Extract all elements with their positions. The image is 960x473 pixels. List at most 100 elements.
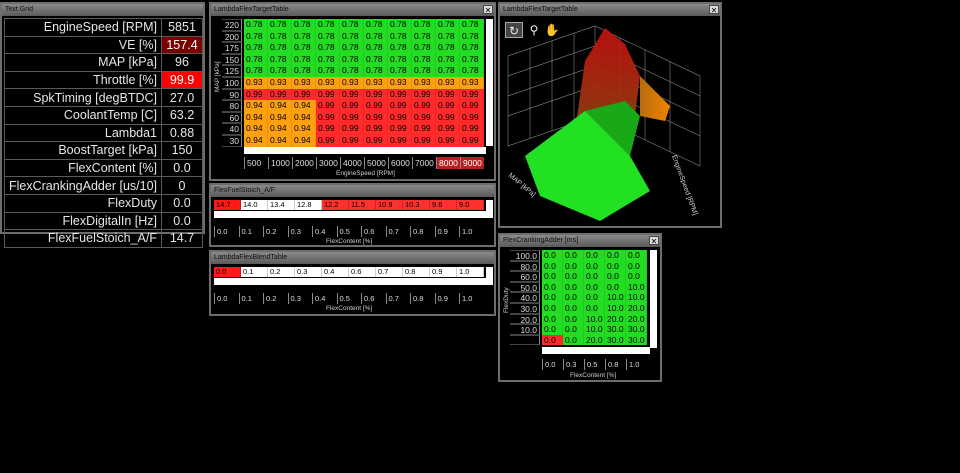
horizontal-scrollbar[interactable] — [244, 147, 486, 154]
table-cell[interactable]: 10.0 — [605, 302, 626, 314]
strip-cell[interactable]: 0.2 — [268, 267, 295, 277]
stoich-cells[interactable]: 14.7 14.0 13.4 12.8 12.2 11.5 10.9 10.3 9.6 9.0 — [214, 200, 484, 210]
table-cell[interactable]: 0.99 — [340, 123, 364, 135]
table-cell[interactable]: 0.78 — [316, 30, 340, 43]
strip-cell[interactable]: 13.4 — [268, 200, 295, 210]
horizontal-scrollbar[interactable] — [214, 211, 486, 218]
table-cell[interactable]: 0.99 — [340, 134, 364, 147]
surface-plot[interactable]: MAP [kPa] EngineSpeed [RPM] — [500, 16, 720, 226]
vertical-scrollbar[interactable] — [486, 200, 493, 218]
table-cell[interactable]: 0.78 — [244, 19, 268, 31]
table-cell[interactable]: 0.78 — [244, 65, 268, 77]
table-cell[interactable]: 0.78 — [388, 53, 412, 66]
table-cell[interactable]: 0.78 — [364, 42, 388, 54]
table-cell[interactable]: 0.99 — [412, 134, 436, 147]
table-cell[interactable]: 0.0 — [542, 324, 563, 335]
table-cell[interactable]: 0.78 — [388, 65, 412, 77]
table-cell[interactable]: 0.78 — [268, 19, 292, 31]
table-cell[interactable]: 0.99 — [388, 88, 412, 101]
table-cell[interactable]: 0.78 — [436, 65, 460, 77]
table-cell[interactable]: 0.99 — [388, 123, 412, 135]
table-cell[interactable]: 0.94 — [268, 123, 292, 135]
table-cell[interactable]: 10.0 — [584, 313, 605, 325]
table-cell[interactable]: 10.0 — [605, 292, 626, 303]
table-cell[interactable]: 0.78 — [364, 65, 388, 77]
text-grid-titlebar[interactable]: Text Grid — [2, 4, 203, 16]
table-cell[interactable]: 0.99 — [436, 111, 460, 124]
table-cell[interactable]: 0.99 — [412, 100, 436, 112]
strip-cell[interactable]: 1.0 — [457, 267, 484, 277]
table-cell[interactable]: 0.94 — [244, 100, 268, 112]
table-cell[interactable]: 0.0 — [626, 260, 647, 272]
table-cell[interactable]: 0.99 — [460, 100, 484, 112]
table-cell[interactable]: 0.99 — [412, 88, 436, 101]
table-cell[interactable]: 20.0 — [626, 302, 647, 314]
table-cell[interactable]: 0.99 — [436, 134, 460, 147]
table-cell[interactable]: 0.99 — [460, 123, 484, 135]
table-cell[interactable]: 0.93 — [388, 76, 412, 89]
table-cell[interactable]: 10.0 — [626, 292, 647, 303]
table-cell[interactable]: 0.0 — [605, 271, 626, 282]
table-cell[interactable]: 0.94 — [244, 134, 268, 147]
table-cell[interactable]: 0.78 — [340, 30, 364, 43]
table-cell[interactable]: 30.0 — [605, 334, 626, 346]
table-cell[interactable]: 30.0 — [626, 324, 647, 335]
strip-cell[interactable]: 10.9 — [376, 200, 403, 210]
table-cell[interactable]: 0.99 — [436, 123, 460, 135]
strip-cell[interactable]: 0.7 — [376, 267, 403, 277]
table-cell[interactable]: 0.94 — [292, 123, 316, 135]
table-cell[interactable]: 20.0 — [605, 313, 626, 325]
table-cell[interactable]: 0.78 — [292, 42, 316, 54]
table-cell[interactable]: 0.0 — [563, 324, 584, 335]
vertical-scrollbar[interactable] — [486, 19, 493, 146]
table-cell[interactable]: 0.99 — [460, 111, 484, 124]
table-cell[interactable]: 0.78 — [340, 19, 364, 31]
strip-cell[interactable]: 0.3 — [295, 267, 322, 277]
table-cell[interactable]: 0.78 — [316, 53, 340, 66]
strip-cell[interactable]: 0.4 — [322, 267, 349, 277]
table-cell[interactable]: 0.93 — [460, 76, 484, 89]
table-cell[interactable]: 0.78 — [412, 65, 436, 77]
table-cell[interactable]: 0.0 — [542, 313, 563, 325]
strip-cell[interactable]: 0.8 — [403, 267, 430, 277]
table-cell[interactable]: 0.99 — [340, 100, 364, 112]
table-cell[interactable]: 0.99 — [460, 88, 484, 101]
table-cell[interactable]: 0.78 — [436, 19, 460, 31]
table-cell[interactable]: 0.78 — [292, 30, 316, 43]
blend-titlebar[interactable]: LambdaFlexBlendTable — [211, 252, 494, 264]
table-cell[interactable]: 0.78 — [364, 30, 388, 43]
table-cell[interactable]: 0.94 — [244, 123, 268, 135]
strip-cell[interactable]: 0.1 — [241, 267, 268, 277]
table-cell[interactable]: 0.0 — [563, 313, 584, 325]
lambda-table-titlebar[interactable]: LambdaFlexTargetTable — [211, 4, 494, 16]
table-cell[interactable]: 0.99 — [364, 100, 388, 112]
table-cell[interactable]: 0.99 — [388, 111, 412, 124]
table-cell[interactable]: 0.99 — [316, 111, 340, 124]
table-cell[interactable]: 0.78 — [340, 42, 364, 54]
horizontal-scrollbar[interactable] — [542, 347, 650, 354]
table-cell[interactable]: 0.0 — [563, 302, 584, 314]
table-cell[interactable]: 0.0 — [584, 260, 605, 272]
table-cell[interactable]: 0.78 — [268, 53, 292, 66]
table-cell[interactable]: 0.0 — [563, 250, 584, 261]
table-cell[interactable]: 0.93 — [436, 76, 460, 89]
cranking-cells[interactable]: 0.0 0.0 0.0 0.0 0.0 0.0 0.0 0.0 0.0 0.0 0.0 0.0 0.0 0… — [542, 250, 647, 346]
table-cell[interactable]: 0.0 — [542, 334, 563, 346]
table-cell[interactable]: 0.0 — [605, 281, 626, 293]
table-cell[interactable]: 0.0 — [542, 292, 563, 303]
table-cell[interactable]: 0.78 — [460, 30, 484, 43]
table-cell[interactable]: 0.0 — [563, 334, 584, 346]
table-cell[interactable]: 0.78 — [268, 42, 292, 54]
table-cell[interactable]: 0.78 — [460, 19, 484, 31]
strip-cell[interactable]: 14.0 — [241, 200, 268, 210]
table-cell[interactable]: 0.0 — [584, 302, 605, 314]
table-cell[interactable]: 0.0 — [542, 281, 563, 293]
table-cell[interactable]: 0.78 — [292, 53, 316, 66]
table-cell[interactable]: 0.93 — [364, 76, 388, 89]
strip-cell[interactable]: 11.5 — [349, 200, 376, 210]
table-cell[interactable]: 0.0 — [563, 281, 584, 293]
strip-cell[interactable]: 12.8 — [295, 200, 322, 210]
lambda-cells[interactable]: 0.78 0.78 0.78 0.78 0.78 0.78 0.78 0.78 0.78 0.78… — [244, 19, 484, 147]
cranking-titlebar[interactable]: FlexCrankingAdder [ms] — [500, 235, 660, 247]
table-cell[interactable]: 0.78 — [460, 65, 484, 77]
